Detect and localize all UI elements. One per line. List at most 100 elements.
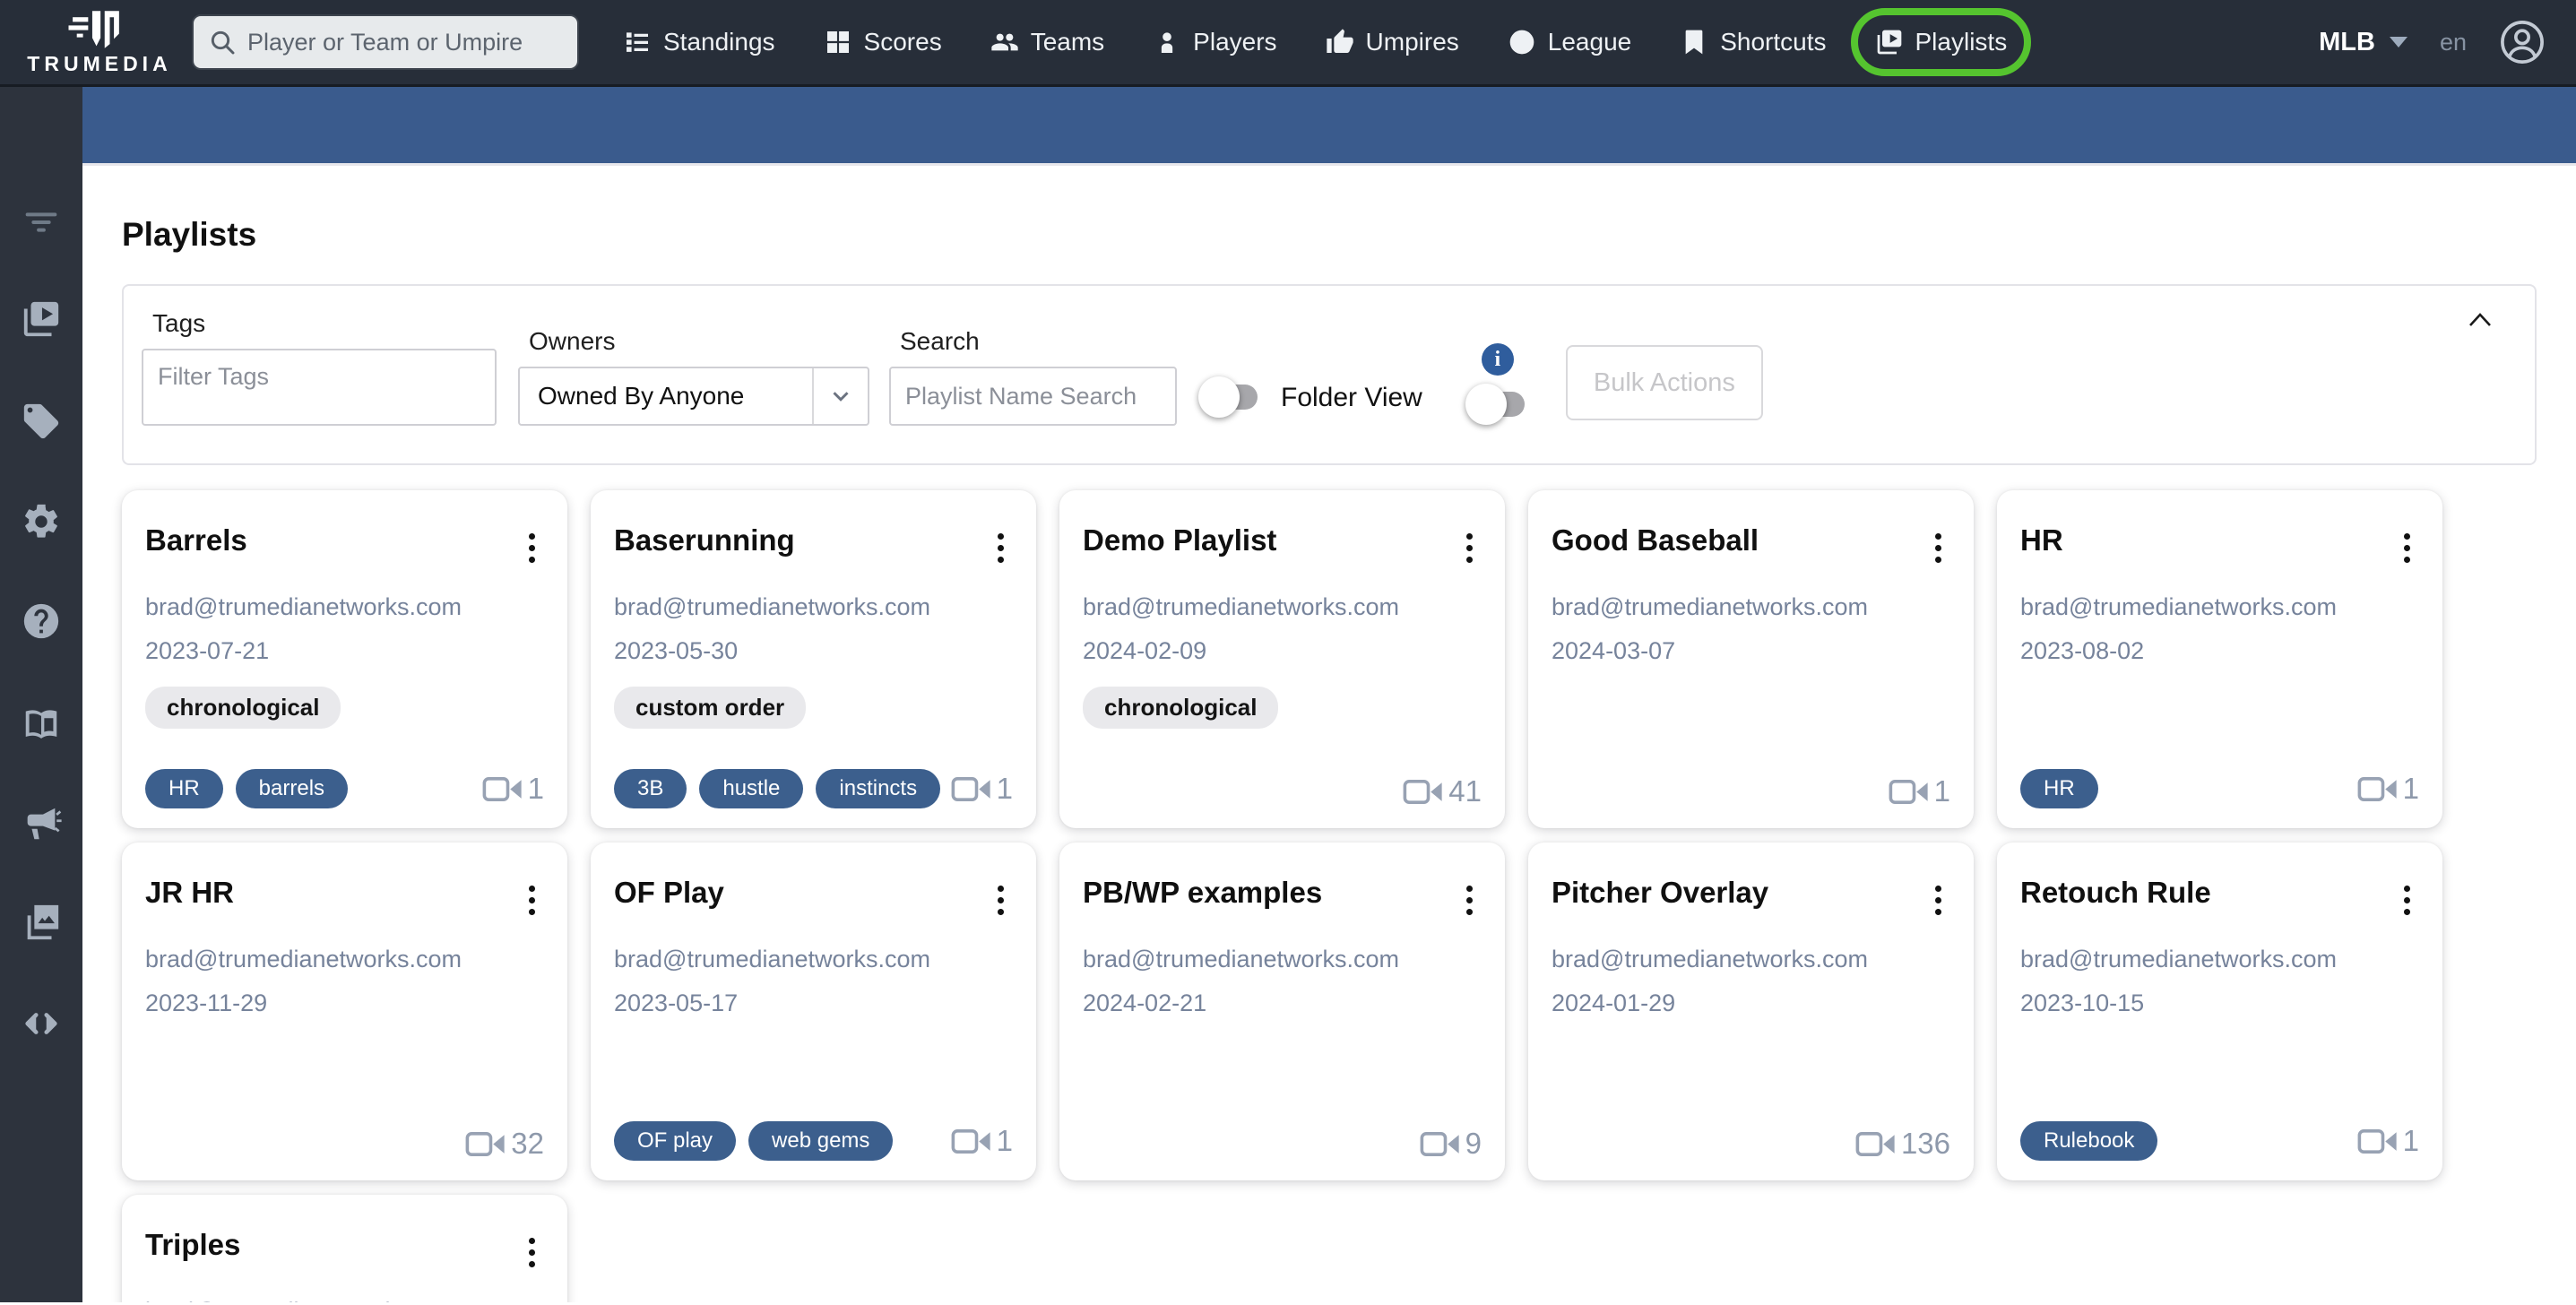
search-label: Search [900,327,980,355]
playlist-card[interactable]: Retouch Rule brad@trumedianetworks.com 2… [1997,843,2442,1180]
standings-icon [623,28,652,56]
tags-label: Tags [152,309,206,337]
playlist-card[interactable]: Barrels brad@trumedianetworks.com 2023-0… [122,490,567,828]
tags-filter-input[interactable] [142,349,497,426]
nav-item-umpires[interactable]: Umpires [1301,8,1483,76]
trumedia-logo[interactable]: TRUMEDIA [23,9,176,76]
tag-pill[interactable]: hustle [699,769,804,808]
sidebar-video-playlist-icon[interactable] [0,298,82,340]
playlist-card[interactable]: Pitcher Overlay brad@trumedianetworks.co… [1528,843,1974,1180]
playlist-title: Baserunning [614,523,795,557]
playlist-card[interactable]: OF Play brad@trumedianetworks.com 2023-0… [591,843,1036,1180]
playlist-title: OF Play [614,876,724,909]
card-menu-kebab-icon[interactable] [989,880,1013,920]
video-count: 9 [1419,1127,1482,1161]
tag-pill[interactable]: 3B [614,769,687,808]
playlist-owner: brad@trumedianetworks.com [1083,593,1400,620]
video-count: 41 [1402,774,1482,808]
playlist-date: 2023-10-15 [2020,990,2145,1016]
playlist-title: Retouch Rule [2020,876,2211,909]
tag-pill[interactable]: barrels [235,769,349,808]
tag-pill[interactable]: HR [2020,769,2098,808]
collapse-panel-chevron-up-icon[interactable] [2467,309,2494,331]
tag-pill[interactable]: Rulebook [2020,1121,2158,1161]
playlist-date: 2023-05-30 [614,637,739,664]
search-icon [211,30,235,55]
video-count-value: 1 [1933,774,1950,808]
nav-item-label: Playlists [1915,28,2008,56]
sidebar-filter-icon[interactable] [0,202,82,243]
league-selector-value: MLB [2319,27,2375,56]
nav-item-standings[interactable]: Standings [599,8,800,76]
nav-item-scores[interactable]: Scores [800,8,966,76]
card-menu-kebab-icon[interactable] [989,528,1013,568]
playlist-owner: brad@trumedianetworks.com [614,593,931,620]
sidebar-media-gallery-icon[interactable] [0,902,82,943]
card-menu-kebab-icon[interactable] [1926,528,1950,568]
folder-view-toggle[interactable] [1198,376,1258,418]
nav-item-league[interactable]: League [1483,8,1655,76]
playlist-card[interactable]: Triples brad@trumedianetworks.com [122,1195,567,1302]
playlist-search-input[interactable] [889,367,1177,426]
card-menu-kebab-icon[interactable] [520,1232,544,1273]
playlist-owner: brad@trumedianetworks.com [1552,946,1869,972]
playlist-owner: brad@trumedianetworks.com [2020,946,2338,972]
bulk-actions-toggle[interactable] [1465,384,1525,425]
tag-row: HR [2020,769,2098,808]
playlist-title: Triples [145,1228,241,1261]
card-menu-kebab-icon[interactable] [520,880,544,920]
tag-pill[interactable]: HR [145,769,223,808]
playlist-card[interactable]: Baserunning brad@trumedianetworks.com 20… [591,490,1036,828]
user-avatar-icon[interactable] [2499,19,2546,65]
page-title: Playlists [122,216,257,253]
tag-pill[interactable]: web gems [748,1121,894,1161]
video-camera-icon [1403,779,1442,804]
info-icon[interactable]: i [1481,343,1514,376]
nav-item-label: Umpires [1365,28,1459,56]
sidebar-tags-icon[interactable] [0,401,82,442]
teams-icon [990,28,1019,56]
bulk-actions-button[interactable]: Bulk Actions [1565,345,1763,420]
video-count: 1 [950,772,1013,806]
league-selector[interactable]: MLB [2319,28,2407,57]
nav-item-playlists[interactable]: Playlists [1850,8,2032,76]
nav-item-shortcuts[interactable]: Shortcuts [1655,8,1850,76]
nav-item-label: Players [1193,28,1277,56]
tag-pill[interactable]: instincts [816,769,941,808]
card-menu-kebab-icon[interactable] [1926,880,1950,920]
video-count: 1 [1888,774,1950,808]
playlist-card[interactable]: JR HR brad@trumedianetworks.com 2023-11-… [122,843,567,1180]
card-menu-kebab-icon[interactable] [2395,880,2419,920]
video-count-value: 41 [1448,774,1482,808]
video-count-value: 136 [1900,1127,1950,1160]
card-menu-kebab-icon[interactable] [1457,880,1482,920]
sidebar-docs-book-icon[interactable] [0,704,82,745]
playlist-card[interactable]: Demo Playlist brad@trumedianetworks.com … [1059,490,1505,828]
tag-row: HR barrels [145,769,349,808]
playlist-card[interactable]: PB/WP examples brad@trumedianetworks.com… [1059,843,1505,1180]
video-camera-icon [1420,1131,1459,1156]
video-count: 1 [950,1124,1013,1158]
playlist-card[interactable]: HR brad@trumedianetworks.com 2023-08-02 … [1997,490,2442,828]
nav-item-teams[interactable]: Teams [966,8,1128,76]
card-menu-kebab-icon[interactable] [1457,528,1482,568]
owners-label: Owners [529,327,616,355]
players-icon [1153,28,1181,56]
playlist-owner: brad@trumedianetworks.com [145,946,462,972]
nav-item-players[interactable]: Players [1128,8,1301,76]
card-menu-kebab-icon[interactable] [520,528,544,568]
locale-selector[interactable]: en [2440,29,2467,56]
sidebar-settings-gear-icon[interactable] [0,501,82,542]
playlist-card[interactable]: Good Baseball brad@trumedianetworks.com … [1528,490,1974,828]
video-count-value: 1 [2402,1124,2419,1157]
owners-select[interactable]: Owned By Anyone [518,367,869,426]
playlist-grid: Barrels brad@trumedianetworks.com 2023-0… [122,490,2537,1302]
card-menu-kebab-icon[interactable] [2395,528,2419,568]
playlist-title: Good Baseball [1552,523,1759,557]
sort-order-pill: chronological [145,687,341,729]
tag-pill[interactable]: OF play [614,1121,737,1161]
sidebar-announcements-megaphone-icon[interactable] [0,803,82,844]
global-search-input[interactable] [247,28,563,56]
sidebar-code-icon[interactable] [0,1003,82,1044]
sidebar-help-icon[interactable] [0,601,82,642]
